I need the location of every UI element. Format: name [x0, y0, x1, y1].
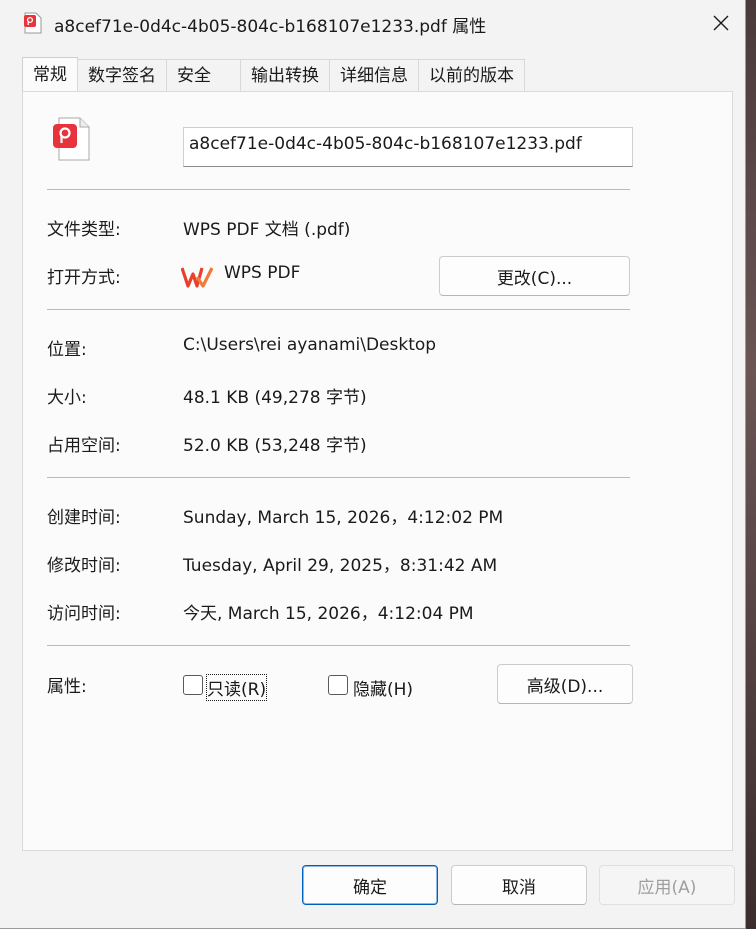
readonly-label[interactable]: 只读(R)	[205, 674, 268, 701]
close-button[interactable]	[700, 6, 742, 40]
tab-previous-versions[interactable]: 以前的版本	[418, 59, 525, 92]
size-on-disk-label: 占用空间:	[47, 436, 121, 456]
wps-logo-icon	[181, 267, 213, 288]
file-name-field[interactable]	[183, 127, 633, 167]
attributes-label: 属性:	[47, 677, 87, 697]
tab-output-conversion[interactable]: 输出转换	[240, 59, 330, 92]
separator	[47, 645, 630, 646]
open-with-label: 打开方式:	[47, 268, 121, 288]
properties-dialog: a8cef71e-0d4c-4b05-804c-b168107e1233.pdf…	[0, 0, 746, 929]
file-type-label: 文件类型:	[47, 220, 121, 240]
pdf-file-icon	[24, 12, 42, 34]
window-title: a8cef71e-0d4c-4b05-804c-b168107e1233.pdf…	[54, 17, 487, 37]
readonly-checkbox[interactable]	[183, 675, 203, 695]
size-label: 大小:	[47, 388, 87, 408]
accessed-label: 访问时间:	[47, 604, 121, 624]
tab-bar: 常规 数字签名 安全 输出转换 详细信息 以前的版本	[22, 57, 525, 92]
tab-details[interactable]: 详细信息	[329, 59, 419, 92]
file-type-value: WPS PDF 文档 (.pdf)	[183, 220, 351, 240]
open-with-app-name: WPS PDF	[224, 263, 301, 283]
tab-security[interactable]: 安全	[166, 59, 241, 92]
separator	[47, 477, 630, 478]
separator	[47, 189, 630, 190]
separator	[47, 309, 630, 310]
modified-value: Tuesday, April 29, 2025，8:31:42 AM	[183, 556, 498, 576]
hidden-label[interactable]: 隐藏(H)	[353, 675, 413, 700]
size-on-disk-value: 52.0 KB (53,248 字节)	[183, 436, 367, 456]
advanced-button[interactable]: 高级(D)...	[497, 664, 633, 704]
created-label: 创建时间:	[47, 508, 121, 528]
ok-button[interactable]: 确定	[302, 865, 438, 905]
created-value: Sunday, March 15, 2026，4:12:02 PM	[183, 508, 504, 528]
close-icon	[713, 15, 729, 31]
tab-digital-signature[interactable]: 数字签名	[77, 59, 167, 92]
pdf-document-icon	[53, 117, 90, 161]
title-bar: a8cef71e-0d4c-4b05-804c-b168107e1233.pdf…	[0, 0, 746, 46]
accessed-value: 今天, March 15, 2026，4:12:04 PM	[183, 604, 474, 624]
change-button[interactable]: 更改(C)...	[439, 256, 630, 296]
cancel-button[interactable]: 取消	[451, 865, 587, 905]
size-value: 48.1 KB (49,278 字节)	[183, 388, 367, 408]
apply-button[interactable]: 应用(A)	[599, 865, 735, 905]
general-panel: 文件类型: WPS PDF 文档 (.pdf) 打开方式: WPS PDF 更改…	[22, 91, 733, 851]
hidden-checkbox[interactable]	[328, 675, 348, 695]
location-value: C:\Users\rei ayanami\Desktop	[183, 335, 437, 355]
location-label: 位置:	[47, 340, 87, 360]
tab-general[interactable]: 常规	[22, 57, 78, 92]
modified-label: 修改时间:	[47, 556, 121, 576]
